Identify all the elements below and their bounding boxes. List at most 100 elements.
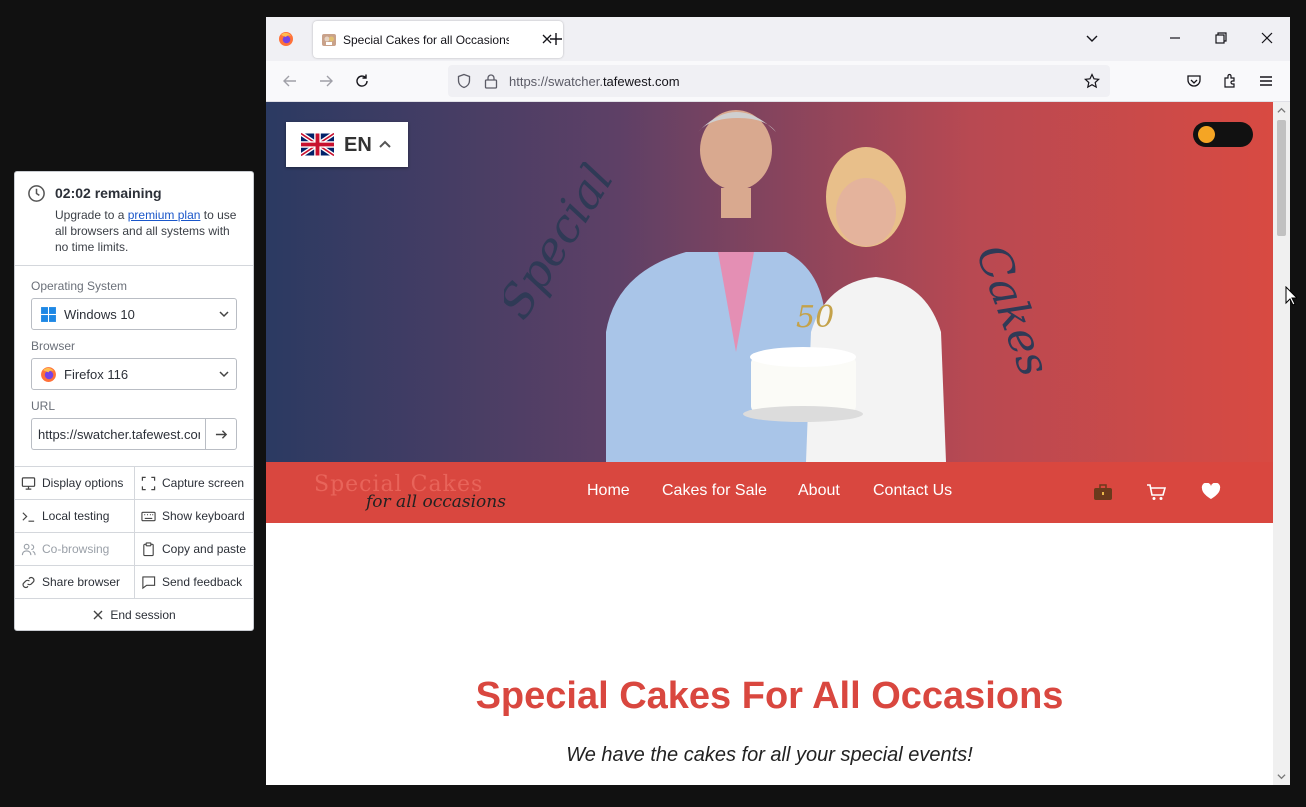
actions-row: Local testing Show keyboard bbox=[15, 499, 253, 532]
shield-icon[interactable] bbox=[456, 73, 472, 89]
terminal-icon bbox=[22, 511, 35, 522]
hero-word-left: Special bbox=[504, 162, 624, 328]
arrow-right-icon bbox=[215, 430, 228, 439]
action-label: Send feedback bbox=[162, 575, 243, 589]
link-icon bbox=[22, 576, 35, 588]
logo-line2: for all occasions bbox=[366, 492, 506, 512]
minimize-icon[interactable] bbox=[1168, 31, 1182, 45]
theme-toggle[interactable] bbox=[1193, 122, 1253, 147]
scroll-up-icon[interactable] bbox=[1277, 106, 1286, 115]
scroll-down-icon[interactable] bbox=[1277, 772, 1286, 781]
page-scrollbar[interactable] bbox=[1273, 102, 1290, 785]
upgrade-message: Upgrade to a premium plan to use all bro… bbox=[55, 207, 245, 255]
page-headline: Special Cakes For All Occasions bbox=[475, 675, 1064, 717]
display-options-button[interactable]: Display options bbox=[15, 467, 134, 499]
back-icon[interactable] bbox=[282, 73, 298, 89]
url-text: https://swatcher.tafewest.com bbox=[509, 74, 680, 89]
co-browsing-button[interactable]: Co-browsing bbox=[15, 533, 134, 565]
menu-icon[interactable] bbox=[1258, 73, 1274, 89]
hero-word-special: Special bbox=[504, 162, 624, 328]
site-favicon-icon bbox=[322, 34, 336, 46]
firefox-view-icon[interactable] bbox=[278, 31, 294, 47]
address-bar[interactable]: https://swatcher.tafewest.com bbox=[448, 65, 1110, 97]
briefcase-icon[interactable] bbox=[1093, 483, 1113, 501]
pocket-icon[interactable] bbox=[1186, 73, 1202, 89]
hero-banner: 50 Special Cakes EN bbox=[266, 102, 1273, 462]
url-label: URL bbox=[31, 399, 56, 413]
action-label: Local testing bbox=[42, 509, 110, 523]
scroll-thumb[interactable] bbox=[1277, 120, 1286, 236]
browser-select[interactable]: Firefox 116 bbox=[31, 358, 237, 390]
go-button[interactable] bbox=[205, 418, 237, 450]
end-session-label: End session bbox=[110, 608, 176, 622]
os-value: Windows 10 bbox=[64, 307, 135, 322]
time-remaining: 02:02 remaining bbox=[55, 185, 162, 201]
uk-flag-icon bbox=[301, 132, 334, 157]
share-browser-button[interactable]: Share browser bbox=[15, 566, 134, 598]
action-label: Share browser bbox=[42, 575, 121, 589]
actions-row: Share browser Send feedback bbox=[15, 565, 253, 598]
action-label: Capture screen bbox=[162, 476, 245, 490]
nav-home[interactable]: Home bbox=[587, 482, 630, 500]
upgrade-prefix: Upgrade to a bbox=[55, 208, 128, 222]
extensions-icon[interactable] bbox=[1222, 73, 1238, 89]
actions-row: Display options Capture screen bbox=[15, 466, 253, 499]
close-icon bbox=[93, 610, 103, 620]
chevron-up-icon bbox=[379, 140, 391, 148]
feedback-icon bbox=[142, 575, 156, 589]
site-navbar: Special Cakes for all occasions Home Cak… bbox=[266, 462, 1273, 523]
local-testing-button[interactable]: Local testing bbox=[15, 500, 134, 532]
url-domain: tafewest.com bbox=[602, 74, 680, 89]
action-label: Show keyboard bbox=[162, 509, 245, 523]
nav-contact-us[interactable]: Contact Us bbox=[873, 482, 952, 500]
list-tabs-icon[interactable] bbox=[1085, 31, 1099, 45]
url-form bbox=[31, 418, 237, 450]
chevron-down-icon bbox=[219, 371, 229, 378]
new-tab-icon[interactable] bbox=[549, 32, 563, 46]
browser-window: Special Cakes for all Occasions https://… bbox=[266, 17, 1290, 785]
clipboard-icon bbox=[143, 541, 154, 556]
bookmark-star-icon[interactable] bbox=[1084, 73, 1100, 89]
monitor-icon bbox=[21, 476, 36, 490]
toggle-knob bbox=[1198, 126, 1215, 143]
tab-active[interactable]: Special Cakes for all Occasions bbox=[313, 21, 563, 58]
nav-about[interactable]: About bbox=[798, 482, 840, 500]
nav-toolbar: https://swatcher.tafewest.com bbox=[266, 61, 1290, 102]
restore-icon[interactable] bbox=[1214, 31, 1228, 45]
clock-icon bbox=[28, 185, 45, 202]
cart-icon[interactable] bbox=[1146, 483, 1166, 501]
language-selector[interactable]: EN bbox=[286, 122, 408, 167]
premium-plan-link[interactable]: premium plan bbox=[128, 208, 201, 222]
copy-paste-button[interactable]: Copy and paste bbox=[134, 533, 253, 565]
os-label: Operating System bbox=[31, 279, 128, 293]
end-session-button[interactable]: End session bbox=[15, 598, 253, 631]
heart-icon[interactable] bbox=[1201, 483, 1221, 501]
users-icon bbox=[21, 543, 36, 555]
browser-value: Firefox 116 bbox=[64, 367, 129, 382]
site-logo[interactable]: Special Cakes for all occasions bbox=[314, 470, 534, 516]
keyboard-icon bbox=[141, 511, 156, 521]
session-actions: Display options Capture screen Local tes… bbox=[15, 466, 253, 631]
send-feedback-button[interactable]: Send feedback bbox=[134, 566, 253, 598]
hero-couple-cake-image: 50 bbox=[606, 110, 946, 462]
mouse-cursor-icon bbox=[1285, 286, 1297, 306]
action-label: Copy and paste bbox=[162, 542, 247, 556]
reload-icon[interactable] bbox=[354, 73, 370, 89]
language-code: EN bbox=[344, 134, 372, 156]
lock-icon[interactable] bbox=[484, 73, 498, 89]
session-panel: 02:02 remaining Upgrade to a premium pla… bbox=[14, 171, 254, 631]
svg-text:50: 50 bbox=[796, 300, 834, 335]
forward-icon[interactable] bbox=[318, 73, 334, 89]
show-keyboard-button[interactable]: Show keyboard bbox=[134, 500, 253, 532]
action-label: Display options bbox=[42, 476, 124, 490]
capture-screen-button[interactable]: Capture screen bbox=[134, 467, 253, 499]
browser-label: Browser bbox=[31, 339, 76, 353]
url-input[interactable] bbox=[31, 418, 206, 450]
window-close-icon[interactable] bbox=[1260, 31, 1274, 45]
actions-row: Co-browsing Copy and paste bbox=[15, 532, 253, 565]
capture-icon bbox=[141, 476, 156, 490]
os-select[interactable]: Windows 10 bbox=[31, 298, 237, 330]
nav-cakes-for-sale[interactable]: Cakes for Sale bbox=[662, 482, 767, 500]
tab-bar: Special Cakes for all Occasions bbox=[266, 17, 1290, 61]
chevron-down-icon bbox=[219, 311, 229, 318]
